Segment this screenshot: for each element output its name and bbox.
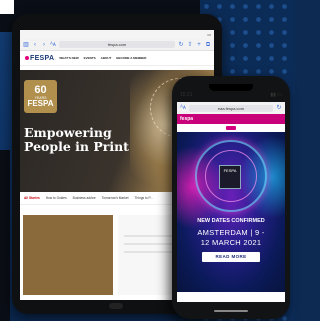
badge-number: 60 xyxy=(34,84,47,96)
phone-site-header: fespa xyxy=(177,114,285,124)
background-white-patch xyxy=(0,0,14,14)
phone-screen: ᴬᴀ eaa.fespa.com ↻ fespa FESPA NEW DATES… xyxy=(177,102,285,302)
phone-signal-icon: ▮▮ ▭ xyxy=(270,91,282,98)
read-more-button[interactable]: READ MORE xyxy=(202,252,260,262)
tab-tomorrows-market[interactable]: Tomorrow's Market xyxy=(102,196,129,200)
phone-status-bar: 15:21 ▮▮ ▭ xyxy=(180,90,282,99)
sidebar-icon[interactable]: ▥ xyxy=(23,42,29,48)
tablet-status-bar: ▭ xyxy=(20,30,214,39)
tab-business-advice[interactable]: Business advice xyxy=(73,196,96,200)
phone-device: 15:21 ▮▮ ▭ ᴬᴀ eaa.fespa.com ↻ fespa FESP… xyxy=(172,76,290,319)
back-icon[interactable]: ‹ xyxy=(32,42,38,48)
fespa-logo[interactable]: FESPA xyxy=(25,55,54,62)
nav-item-become-member[interactable]: BECOME A MEMBER xyxy=(116,56,146,60)
nav-item-whats-new[interactable]: WHAT'S NEW xyxy=(59,56,78,60)
sixty-years-badge: 60 YEARS FESPA xyxy=(24,80,57,113)
hero-title: Empowering People in Print xyxy=(24,125,129,154)
phone-reader-icon[interactable]: ᴬᴀ xyxy=(180,105,186,111)
tablet-home-indicator xyxy=(109,303,123,309)
tabs-icon[interactable]: ⧉ xyxy=(205,42,211,48)
site-nav: FESPA WHAT'S NEW EVENTS ABOUT BECOME A M… xyxy=(20,51,214,66)
background-left-dark xyxy=(0,150,10,321)
phone-url-field[interactable]: eaa.fespa.com xyxy=(189,104,273,112)
phone-url-bar[interactable]: ᴬᴀ eaa.fespa.com ↻ xyxy=(177,102,285,114)
reader-icon[interactable]: ᴬᴀ xyxy=(50,42,56,48)
forward-icon[interactable]: › xyxy=(41,42,47,48)
phone-hero-banner: FESPA NEW DATES CONFIRMED AMSTERDAM | 9 … xyxy=(177,132,285,292)
nav-item-about[interactable]: ABOUT xyxy=(101,56,112,60)
logo-dot-icon xyxy=(25,56,29,60)
badge-word: FESPA xyxy=(27,99,54,108)
phone-sub-header xyxy=(177,124,285,132)
tablet-url-bar[interactable]: ▥ ‹ › ᴬᴀ fespa.com ↻ ⇧ + ⧉ xyxy=(20,39,214,51)
story-image[interactable] xyxy=(23,215,113,295)
nav-item-events[interactable]: EVENTS xyxy=(84,56,96,60)
phone-status-time: 15:21 xyxy=(180,91,193,98)
phone-fespa-logo[interactable]: fespa xyxy=(180,116,193,122)
phone-home-indicator xyxy=(214,310,248,312)
tablet-url-field[interactable]: fespa.com xyxy=(59,41,175,48)
reload-icon[interactable]: ↻ xyxy=(178,42,184,48)
tab-how-to-guides[interactable]: How to Guides xyxy=(46,196,67,200)
fespa-logo-text: FESPA xyxy=(30,54,55,62)
phone-reload-icon[interactable]: ↻ xyxy=(276,105,282,111)
tablet-battery-icon: ▭ xyxy=(207,32,211,37)
tab-all-stories[interactable]: All Stories xyxy=(24,196,40,200)
tab-things-to-print[interactable]: Things to P... xyxy=(135,196,153,200)
phone-hero-title: NEW DATES CONFIRMED xyxy=(197,218,265,224)
event-badge: FESPA xyxy=(219,165,241,189)
share-icon[interactable]: ⇧ xyxy=(187,42,193,48)
phone-hero-city: AMSTERDAM | 9 - xyxy=(197,228,265,237)
phone-hero-date: 12 MARCH 2021 xyxy=(200,238,262,247)
phone-menu-button[interactable] xyxy=(226,126,236,130)
add-tab-icon[interactable]: + xyxy=(196,42,202,48)
